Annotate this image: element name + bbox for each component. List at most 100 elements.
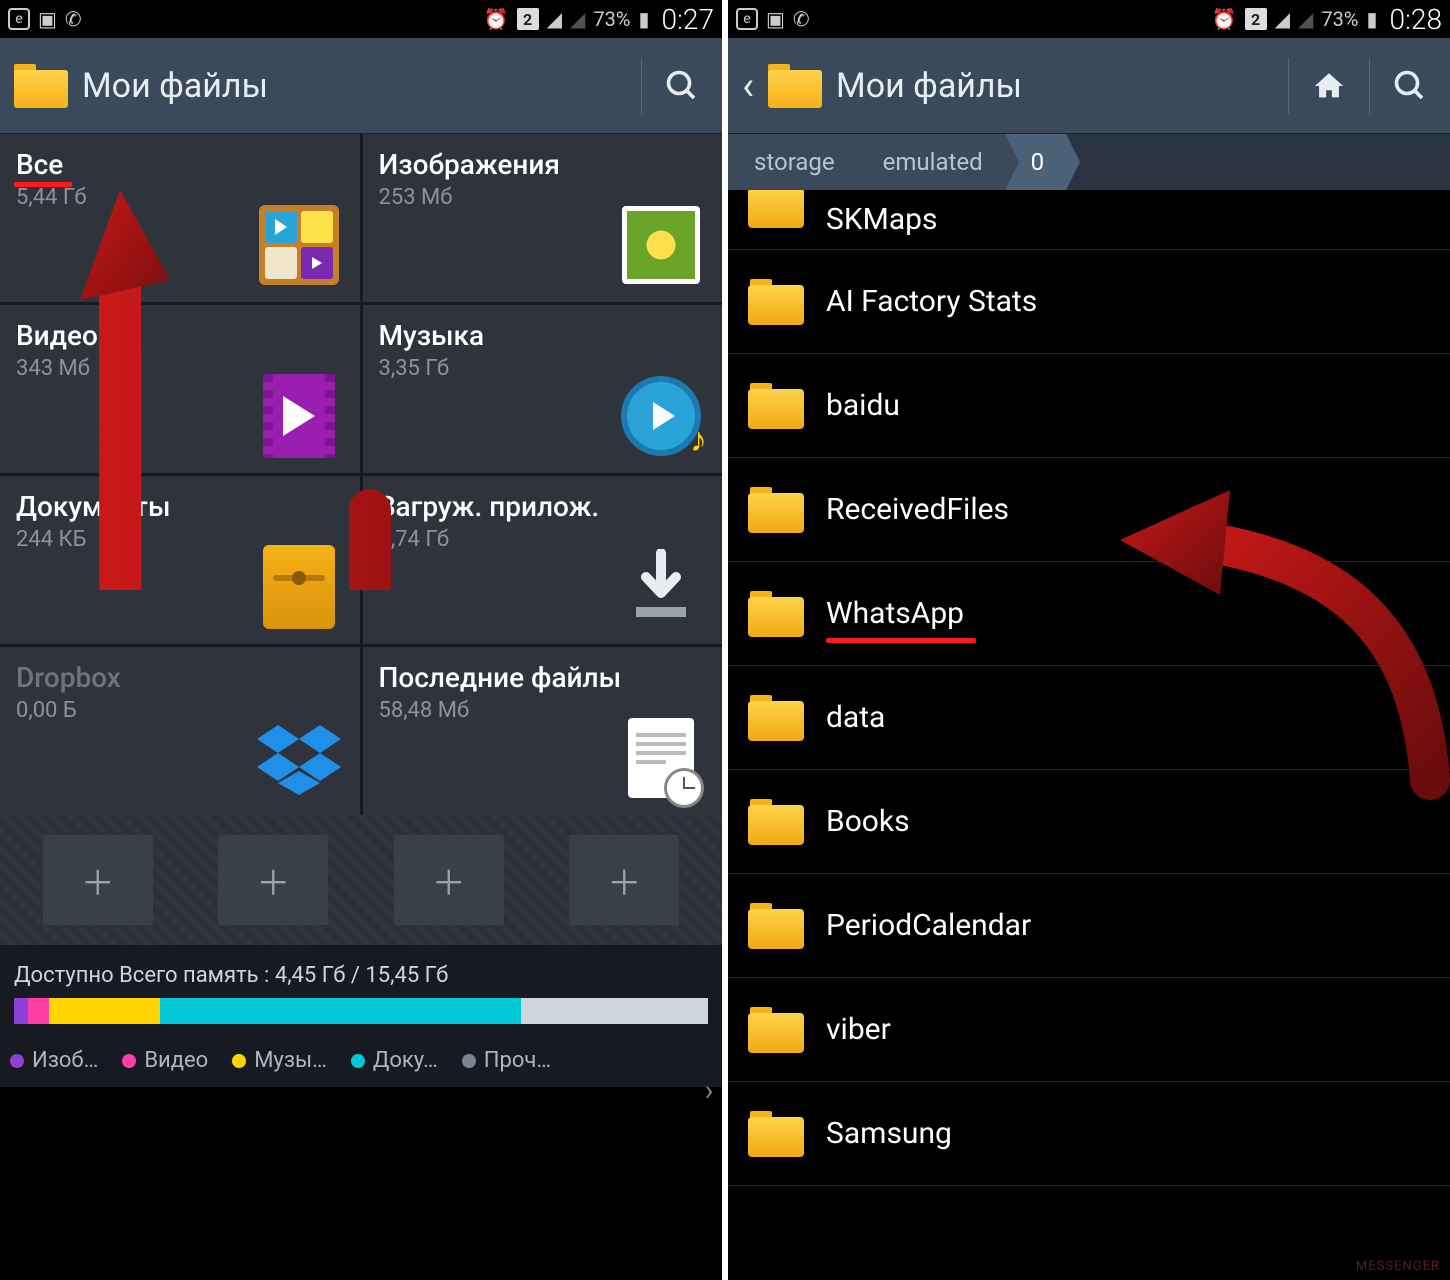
add-shortcut-4[interactable]: ＋ <box>569 835 679 925</box>
image-icon: ▣ <box>38 7 57 31</box>
folder-row[interactable]: SKMaps <box>728 190 1450 250</box>
folder-icon <box>748 190 804 228</box>
app-folder-icon <box>768 64 822 108</box>
crumb-label: emulated <box>883 148 983 176</box>
storage-panel: Доступно Всего память : 4,45 Гб / 15,45 … <box>0 945 722 1030</box>
sim-badge: 2 <box>517 8 539 30</box>
add-shortcut-2[interactable]: ＋ <box>218 835 328 925</box>
annotation-underline <box>826 638 976 643</box>
tile-music[interactable]: Музыка 3,35 Гб ♪ <box>363 305 723 473</box>
folder-icon <box>748 799 804 845</box>
tile-images[interactable]: Изображения 253 Мб <box>363 134 723 302</box>
app-folder-icon <box>14 64 68 108</box>
crumb-label: storage <box>754 148 835 176</box>
folder-row[interactable]: data <box>728 666 1450 770</box>
add-shortcut-3[interactable]: ＋ <box>394 835 504 925</box>
tile-dropbox[interactable]: Dropbox 0,00 Б <box>0 647 360 815</box>
tile-all[interactable]: Все 5,44 Гб <box>0 134 360 302</box>
folder-row[interactable]: ReceivedFiles <box>728 458 1450 562</box>
dropbox-icon <box>256 715 342 801</box>
shortcut-row: ＋ ＋ ＋ ＋ <box>0 815 722 945</box>
more-handle[interactable]: › <box>696 1060 722 1120</box>
folder-name: ReceivedFiles <box>826 492 1009 527</box>
battery-icon: ▮ <box>1367 7 1378 31</box>
legend-label: Изоб… <box>32 1048 98 1073</box>
legend-item: Музы… <box>232 1048 327 1073</box>
clock: 0:28 <box>1390 3 1442 36</box>
storage-label: Доступно Всего память : 4,45 Гб / 15,45 … <box>14 963 708 988</box>
phone-right: e ▣ ✆ ⏰ 2 ◢ ◢ 73% ▮ 0:28 ‹ Мои файлы sto… <box>728 0 1450 1280</box>
tile-icon <box>256 373 342 459</box>
folder-icon <box>748 591 804 637</box>
battery-text: 73% <box>593 7 630 31</box>
status-bar: e ▣ ✆ ⏰ 2 ◢ ◢ 73% ▮ 0:28 <box>728 0 1450 38</box>
back-button[interactable]: ‹ <box>742 62 754 109</box>
folder-row[interactable]: baidu <box>728 354 1450 458</box>
signal-icon: ◢ <box>1275 7 1290 31</box>
legend-item: Видео <box>122 1048 208 1073</box>
search-button[interactable] <box>1384 60 1436 112</box>
ie-icon: e <box>736 8 758 30</box>
tile-icon <box>256 544 342 630</box>
crumb-storage[interactable]: storage <box>728 134 857 190</box>
sim-badge: 2 <box>1245 8 1267 30</box>
folder-icon <box>748 279 804 325</box>
status-bar: e ▣ ✆ ⏰ 2 ◢ ◢ 73% ▮ 0:27 <box>0 0 722 38</box>
battery-icon: ▮ <box>639 7 650 31</box>
header-divider <box>641 58 642 114</box>
app-header: Мои файлы <box>0 38 722 134</box>
folder-name: PeriodCalendar <box>826 908 1031 943</box>
folder-icon <box>748 903 804 949</box>
home-button[interactable] <box>1303 60 1355 112</box>
storage-legend: Изоб… Видео Музы… Доку… Проч… <box>0 1030 722 1087</box>
tile-documents[interactable]: Документы 244 КБ <box>0 476 360 644</box>
folder-row[interactable]: Samsung <box>728 1082 1450 1186</box>
alarm-icon: ⏰ <box>484 7 509 31</box>
tile-icon <box>256 202 342 288</box>
legend-label: Доку… <box>373 1048 438 1073</box>
storage-seg-music <box>49 998 160 1024</box>
search-button[interactable] <box>656 60 708 112</box>
storage-seg-free <box>521 998 708 1024</box>
ie-icon: e <box>8 8 30 30</box>
tile-video[interactable]: Видео 343 Мб <box>0 305 360 473</box>
legend-item: Проч… <box>462 1048 551 1073</box>
folder-name: viber <box>826 1012 891 1047</box>
app-title: Мои файлы <box>82 66 627 106</box>
folder-name: SKMaps <box>826 202 937 237</box>
folder-name: baidu <box>826 388 900 423</box>
app-header: ‹ Мои файлы <box>728 38 1450 134</box>
tile-icon <box>618 544 704 630</box>
storage-seg-other <box>160 998 521 1024</box>
folder-row[interactable]: Books <box>728 770 1450 874</box>
watermark: MESSENGER <box>1356 1259 1440 1274</box>
folder-name: WhatsApp <box>826 596 964 631</box>
folder-row[interactable]: PeriodCalendar <box>728 874 1450 978</box>
tile-downloads[interactable]: Загруж. прилож. 1,74 Гб <box>363 476 723 644</box>
legend-item: Изоб… <box>10 1048 98 1073</box>
add-shortcut-1[interactable]: ＋ <box>43 835 153 925</box>
tile-title: Последние файлы <box>379 661 707 694</box>
folder-list[interactable]: SKMaps AI Factory Stats baidu ReceivedFi… <box>728 190 1450 1280</box>
folder-row[interactable]: AI Factory Stats <box>728 250 1450 354</box>
crumb-label: 0 <box>1031 148 1045 176</box>
storage-seg-video <box>28 998 49 1024</box>
folder-icon <box>748 1007 804 1053</box>
folder-row-whatsapp[interactable]: WhatsApp <box>728 562 1450 666</box>
tile-icon <box>618 202 704 288</box>
tile-title: Dropbox <box>16 661 344 694</box>
legend-label: Музы… <box>254 1048 327 1073</box>
legend-label: Проч… <box>484 1048 551 1073</box>
header-divider <box>1288 58 1289 114</box>
folder-icon <box>748 1111 804 1157</box>
tile-recent[interactable]: Последние файлы 58,48 Мб <box>363 647 723 815</box>
folder-row[interactable]: viber <box>728 978 1450 1082</box>
phone-icon: ✆ <box>65 7 82 31</box>
tile-title: Все <box>16 148 344 181</box>
tile-title: Музыка <box>379 319 707 352</box>
alarm-icon: ⏰ <box>1212 7 1237 31</box>
crumb-emulated[interactable]: emulated <box>857 134 1005 190</box>
folder-icon <box>748 695 804 741</box>
folder-name: Books <box>826 804 910 839</box>
phone-icon: ✆ <box>793 7 810 31</box>
